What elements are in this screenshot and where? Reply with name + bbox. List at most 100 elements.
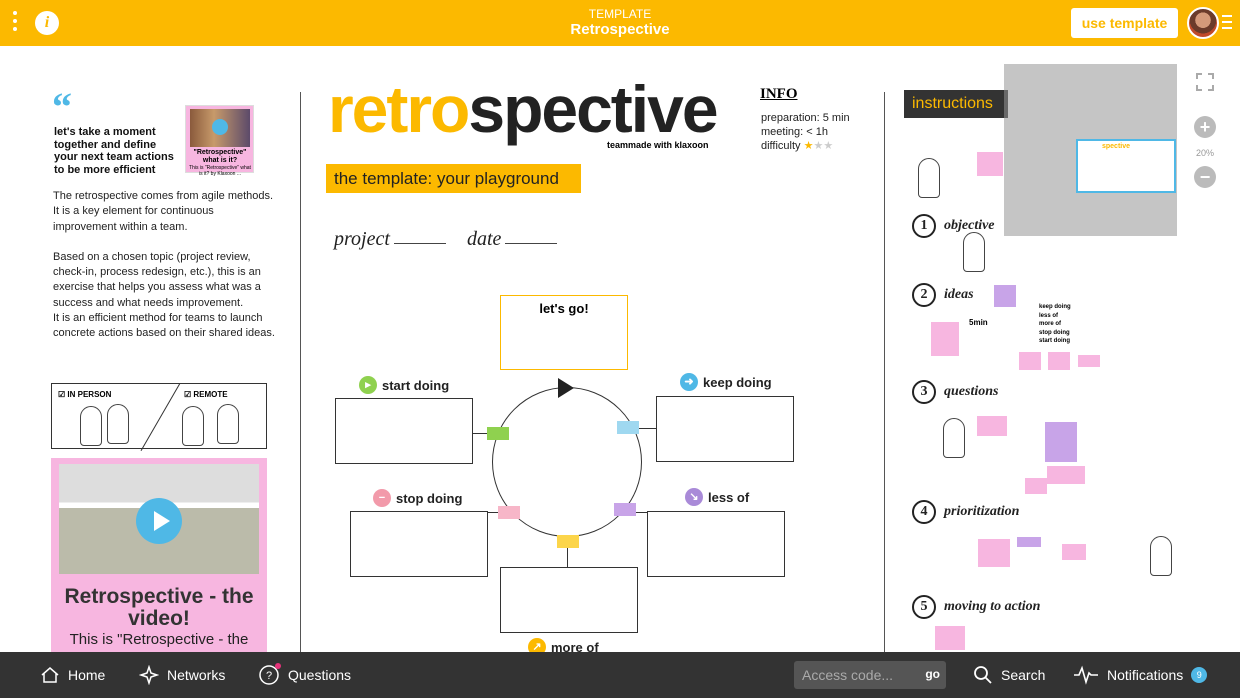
sticky-note: [1047, 466, 1085, 484]
stop-doing-text: stop doing: [396, 490, 463, 506]
zoom-out-button[interactable]: −: [1194, 166, 1216, 188]
template-banner: the template: your playground: [326, 164, 581, 193]
person-sketch: [1150, 536, 1172, 576]
keep-doing-label: ➜ keep doing: [680, 373, 772, 391]
thumbnail-subtitle: This is "Retrospective" what is it? by K…: [189, 165, 251, 177]
search-nav[interactable]: Search: [973, 652, 1045, 698]
stop-doing-box[interactable]: [350, 511, 488, 577]
heading-part-spective: spective: [468, 72, 718, 146]
sticky-note[interactable]: [617, 421, 639, 434]
description-paragraph: It is an efficient method for teams to l…: [53, 312, 275, 340]
search-icon: [974, 666, 992, 684]
questions-nav[interactable]: ? Questions: [258, 652, 351, 698]
list-item: more of: [1039, 321, 1062, 327]
hamburger-menu-icon[interactable]: [1222, 15, 1232, 33]
person-sketch: [182, 406, 204, 446]
sticky-note: [977, 152, 1003, 176]
play-circle-icon: ▸: [359, 376, 377, 394]
sticky-note: [1062, 544, 1086, 560]
person-sketch: [963, 232, 985, 272]
board-canvas[interactable]: “ let's take a moment together and defin…: [0, 46, 1240, 652]
sticky-note: [1017, 537, 1041, 547]
step-ideas: 2 ideas: [912, 283, 974, 307]
networks-nav[interactable]: Networks: [139, 652, 225, 698]
use-template-button[interactable]: use template: [1071, 8, 1178, 38]
step-number: 2: [912, 283, 936, 307]
preparation-time: preparation: 5 min: [761, 112, 850, 124]
date-underline: [505, 243, 557, 244]
less-of-text: less of: [708, 489, 750, 505]
go-button[interactable]: go: [925, 667, 940, 681]
video-title: Retrospective - the video!: [64, 585, 254, 630]
sticky-note[interactable]: [614, 503, 636, 516]
zoom-in-button[interactable]: +: [1194, 116, 1216, 138]
step-label: questions: [944, 384, 999, 399]
minus-circle-icon: −: [373, 489, 391, 507]
instructions-heading: instructions: [904, 90, 1008, 118]
date-label: date: [467, 228, 502, 250]
sticky-note[interactable]: [487, 427, 509, 440]
quote-icon: “: [52, 84, 72, 129]
step-prioritization: 4 prioritization: [912, 500, 1019, 524]
start-doing-text: start doing: [382, 377, 450, 393]
board-subtitle: TEMPLATE: [588, 7, 652, 21]
notifications-label: Notifications: [1107, 667, 1184, 683]
person-sketch: [943, 418, 965, 458]
step-label: ideas: [944, 287, 974, 302]
sticky-note: [1048, 352, 1070, 370]
access-code-input[interactable]: [794, 661, 914, 689]
video-card[interactable]: Retrospective - the video! This is "Retr…: [51, 458, 267, 652]
step-number: 4: [912, 500, 936, 524]
cycle-arrow-icon: [558, 378, 574, 398]
video-thumbnail-card[interactable]: "Retrospective" what is it? This is "Ret…: [185, 105, 254, 177]
lets-go-box[interactable]: let's go!: [500, 295, 628, 370]
sticky-note: [931, 322, 959, 356]
arrow-up-icon: ↗: [528, 638, 546, 652]
step-number: 5: [912, 595, 936, 619]
sticky-note[interactable]: [557, 535, 579, 548]
difficulty-label: difficulty: [761, 140, 801, 152]
access-code-field[interactable]: go: [794, 661, 946, 689]
in-person-text: IN PERSON: [67, 390, 112, 399]
minimap-viewport[interactable]: spective: [1076, 139, 1176, 193]
quote-text: let's take a moment together and define …: [54, 126, 174, 176]
sticky-note[interactable]: [498, 506, 520, 519]
sticky-note: [935, 626, 965, 650]
bottom-bar: Home Networks ? Questions go Search Noti…: [0, 652, 1240, 698]
list-item: start doing: [1039, 338, 1070, 344]
play-icon[interactable]: [136, 498, 182, 544]
info-button[interactable]: i: [35, 11, 59, 35]
board-heading: retrospective: [328, 76, 719, 142]
sticky-note: [1019, 352, 1041, 370]
more-of-label: ↗ more of: [528, 638, 599, 652]
home-label: Home: [68, 667, 106, 683]
home-icon: [41, 667, 59, 683]
home-nav[interactable]: Home: [40, 652, 105, 698]
keep-doing-box[interactable]: [656, 396, 794, 462]
more-of-box[interactable]: [500, 567, 638, 633]
fullscreen-icon[interactable]: [1196, 73, 1214, 91]
play-icon[interactable]: [212, 119, 228, 135]
start-doing-box[interactable]: [335, 398, 473, 464]
notifications-nav[interactable]: Notifications 9: [1073, 652, 1208, 698]
video-subtitle: This is "Retrospective - the: [69, 631, 249, 648]
step-label: moving to action: [944, 599, 1041, 614]
questions-alert-dot: [275, 663, 281, 669]
step-objective: 1 objective: [912, 214, 995, 238]
difficulty-stars: ★★★: [803, 140, 834, 152]
less-of-label: ↘ less of: [685, 488, 749, 506]
board-minimap[interactable]: spective: [1004, 64, 1177, 236]
list-item: stop doing: [1039, 329, 1070, 336]
list-item: less of: [1039, 312, 1059, 319]
board-title: TEMPLATE Retrospective: [470, 7, 770, 39]
start-doing-label: ▸ start doing: [359, 376, 449, 394]
less-of-box[interactable]: [647, 511, 785, 577]
more-menu-icon[interactable]: [10, 11, 20, 35]
info-details: preparation: 5 min meeting: < 1h difficu…: [761, 111, 850, 153]
more-of-text: more of: [551, 639, 599, 653]
user-avatar[interactable]: [1187, 7, 1219, 39]
arrow-right-icon: ➜: [680, 373, 698, 391]
divider-line: [140, 382, 181, 452]
minimap-title: spective: [1102, 143, 1131, 150]
sticky-note: [1025, 478, 1047, 494]
